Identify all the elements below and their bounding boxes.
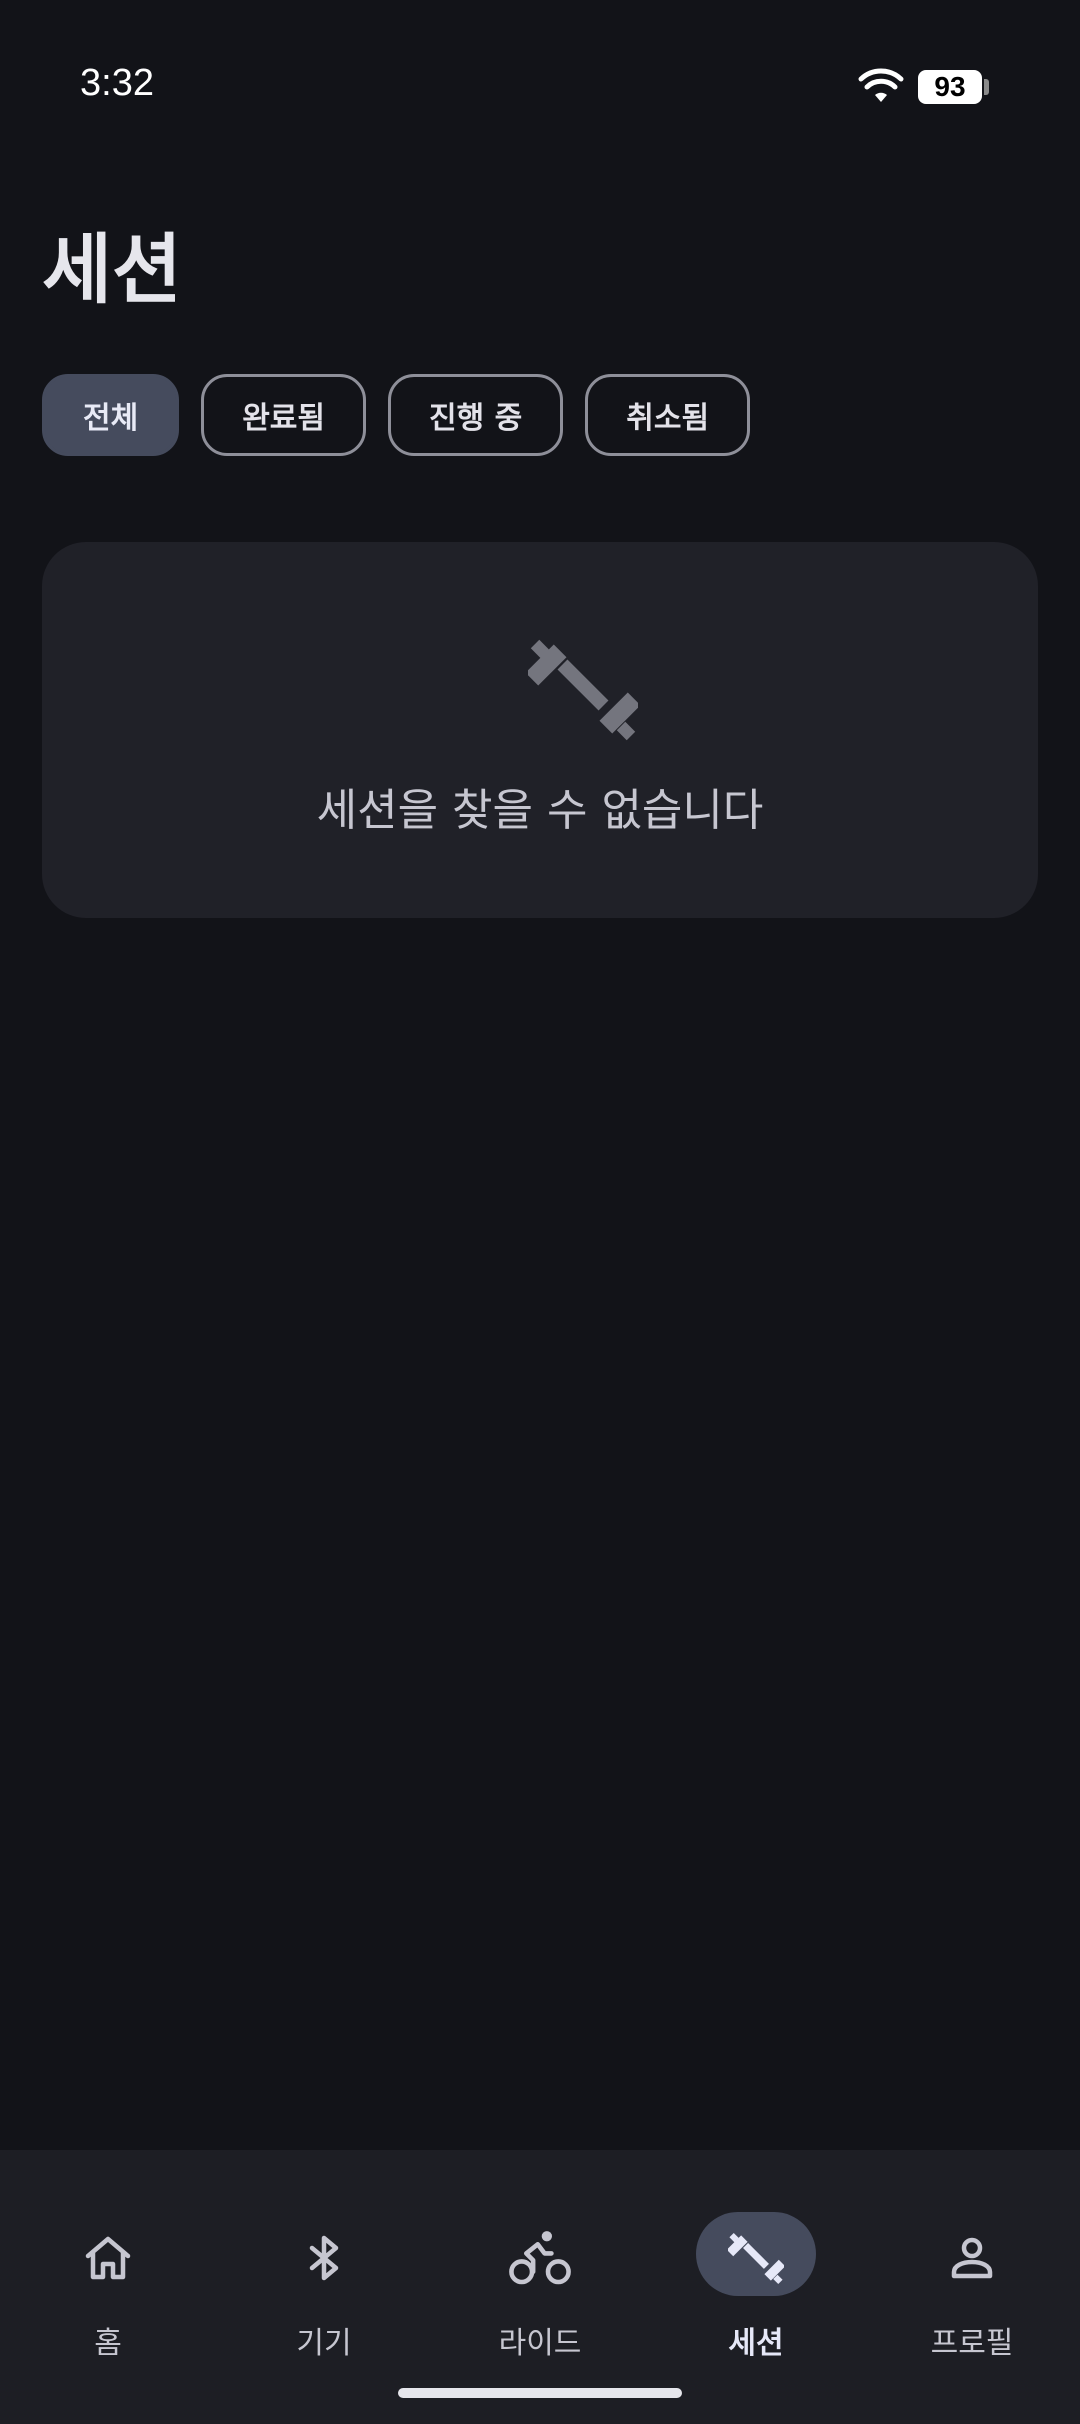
nav-label-rides: 라이드 [498,2326,582,2361]
dumbbell-icon [528,639,638,741]
filter-chip-in-progress[interactable]: 진행 중 [388,374,564,456]
nav-item-devices[interactable]: 기기 [216,2180,432,2361]
bottom-navigation: 홈 기기 라이드 세션 프로필 [0,2150,1080,2424]
wifi-icon [858,68,904,102]
nav-label-devices: 기기 [296,2326,352,2361]
nav-item-sessions[interactable]: 세션 [648,2180,864,2361]
gesture-handle[interactable] [398,2388,682,2398]
nav-label-home: 홈 [94,2326,122,2361]
nav-item-rides[interactable]: 라이드 [432,2180,648,2361]
dumbbell-icon [728,2232,784,2285]
nav-item-home[interactable]: 홈 [0,2180,216,2361]
empty-state-message: 세션을 찾을 수 없습니다 [316,785,764,836]
nav-label-sessions: 세션 [728,2326,784,2361]
filter-chip-cancelled[interactable]: 취소됨 [585,374,751,456]
person-icon [951,2237,993,2279]
empty-state-card: 세션을 찾을 수 없습니다 [42,542,1038,918]
filter-chips: 전체 완료됨 진행 중 취소됨 [42,374,751,456]
battery-icon: 93 [918,70,982,104]
bluetooth-icon [309,2235,339,2281]
bike-icon [509,2231,571,2285]
page-title: 세션 [42,225,182,314]
battery-level: 93 [934,71,966,102]
filter-chip-all[interactable]: 전체 [42,374,180,456]
nav-label-profile: 프로필 [930,2326,1014,2361]
status-time: 3:32 [80,62,154,104]
home-icon [85,2236,131,2280]
filter-chip-completed[interactable]: 완료됨 [201,374,367,456]
status-bar: 3:32 93 [0,0,1080,120]
battery-tip [984,79,989,95]
nav-item-profile[interactable]: 프로필 [864,2180,1080,2361]
